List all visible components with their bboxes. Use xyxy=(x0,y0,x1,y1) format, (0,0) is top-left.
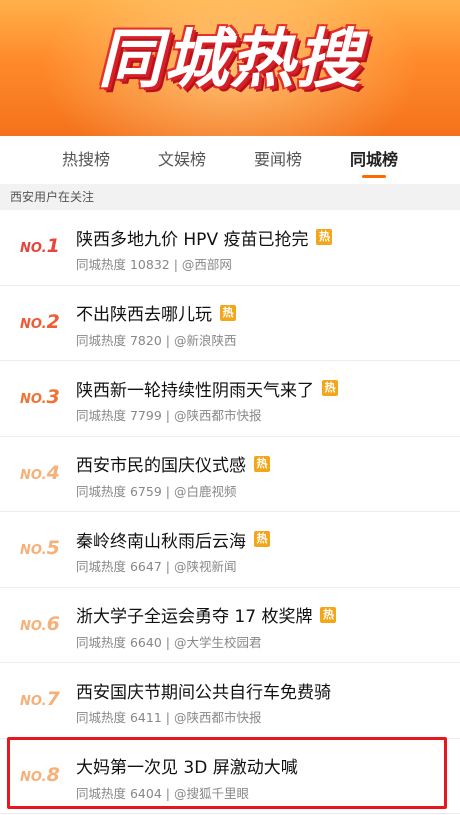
item-meta: 同城热度 6759 | @白鹿视频 xyxy=(76,483,237,499)
list-item[interactable]: NO.8 大妈第一次见 3D 屏激动大喊 同城热度 6404 | @搜狐千里眼 xyxy=(0,738,460,814)
item-meta: 同城热度 6411 | @陕西都市快报 xyxy=(76,710,262,725)
rank-label: NO.1 xyxy=(20,235,60,257)
item-meta: 同城热度 10832 | @西部网 xyxy=(76,257,232,272)
trending-list: NO.1 陕西多地九价 HPV 疫苗已抢完 热 同城热度 10832 | @西部… xyxy=(0,210,460,814)
item-headline[interactable]: 陕西新一轮持续性阴雨天气来了 xyxy=(76,376,314,401)
item-headline[interactable]: 大妈第一次见 3D 屏激动大喊 xyxy=(76,753,298,778)
rank-label: NO.6 xyxy=(20,612,60,635)
rank-label: NO.5 xyxy=(20,537,60,559)
hot-badge: 热 xyxy=(254,455,270,472)
item-headline[interactable]: 秦岭终南山秋雨后云海 xyxy=(76,527,246,552)
item-headline[interactable]: 西安市民的国庆仪式感 xyxy=(76,451,246,476)
hot-badge: 热 xyxy=(254,531,270,547)
banner-title: 同城热搜 xyxy=(98,23,362,97)
item-meta: 同城热度 7799 | @陕西都市快报 xyxy=(76,408,262,423)
item-meta: 同城热度 6640 | @大学生校园君 xyxy=(76,634,262,650)
section-label: 西安用户在关注 xyxy=(0,184,460,210)
list-item[interactable]: NO.4 西安市民的国庆仪式感 热 同城热度 6759 | @白鹿视频 xyxy=(0,436,460,512)
hot-badge: 热 xyxy=(316,229,333,245)
hot-badge: 热 xyxy=(320,606,337,623)
item-headline[interactable]: 不出陕西去哪儿玩 xyxy=(76,300,212,325)
tab-news[interactable]: 要闻榜 xyxy=(230,136,326,184)
tab-entertainment[interactable]: 文娱榜 xyxy=(134,136,230,184)
list-item[interactable]: NO.3 陕西新一轮持续性阴雨天气来了 热 同城热度 7799 | @陕西都市快… xyxy=(0,361,460,437)
tab-hot-search[interactable]: 热搜榜 xyxy=(38,136,134,184)
tab-local[interactable]: 同城榜 xyxy=(326,136,422,184)
item-meta: 同城热度 6404 | @搜狐千里眼 xyxy=(76,785,249,801)
list-item[interactable]: NO.7 西安国庆节期间公共自行车免费骑 同城热度 6411 | @陕西都市快报 xyxy=(0,663,460,739)
list-item[interactable]: NO.2 不出陕西去哪儿玩 热 同城热度 7820 | @新浪陕西 xyxy=(0,285,460,361)
item-headline[interactable]: 浙大学子全运会勇夺 17 枚奖牌 xyxy=(76,602,312,627)
list-item[interactable]: NO.6 浙大学子全运会勇夺 17 枚奖牌 热 同城热度 6640 | @大学生… xyxy=(0,587,460,663)
rank-label: NO.2 xyxy=(20,310,60,333)
rank-label: NO.7 xyxy=(20,688,60,710)
hot-badge: 热 xyxy=(322,380,338,396)
item-meta: 同城热度 6647 | @陕视新闻 xyxy=(76,559,237,574)
item-headline[interactable]: 西安国庆节期间公共自行车免费骑 xyxy=(76,678,331,703)
tab-bar: 热搜榜 文娱榜 要闻榜 同城榜 xyxy=(0,136,460,184)
rank-label: NO.3 xyxy=(20,386,60,408)
rank-label: NO.8 xyxy=(20,763,60,786)
list-item[interactable]: NO.5 秦岭终南山秋雨后云海 热 同城热度 6647 | @陕视新闻 xyxy=(0,512,460,588)
list-item[interactable]: NO.1 陕西多地九价 HPV 疫苗已抢完 热 同城热度 10832 | @西部… xyxy=(0,210,460,286)
hot-badge: 热 xyxy=(220,304,236,321)
header-banner: 同城热搜 xyxy=(0,0,460,136)
item-meta: 同城热度 7820 | @新浪陕西 xyxy=(76,332,237,348)
item-headline[interactable]: 陕西多地九价 HPV 疫苗已抢完 xyxy=(76,225,308,250)
rank-label: NO.4 xyxy=(20,461,60,484)
